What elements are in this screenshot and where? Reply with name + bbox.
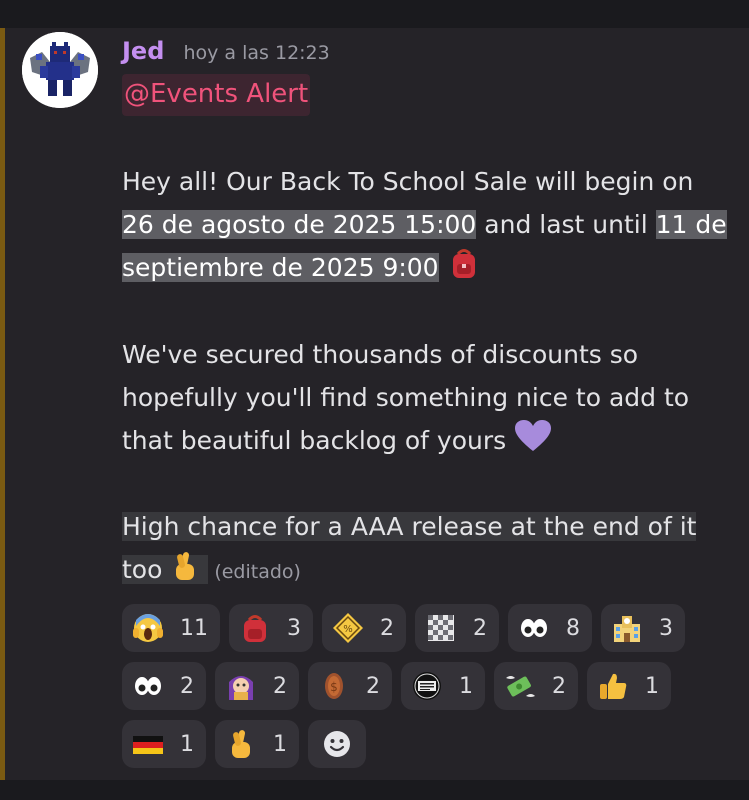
- checker-pattern-icon: [425, 612, 457, 644]
- top-band: [0, 0, 749, 28]
- reaction-eyes[interactable]: 2: [122, 662, 206, 710]
- backpack-icon: [239, 612, 271, 644]
- eyes-icon: [518, 612, 550, 644]
- paragraph-text: Hey all! Our Back To School Sale will be…: [122, 167, 694, 196]
- timestamp[interactable]: hoy a las 12:23: [183, 42, 329, 64]
- gargoyle-avatar-icon: [22, 32, 98, 108]
- reaction-count: 3: [287, 615, 301, 641]
- reaction-count: 2: [366, 673, 380, 699]
- crossed-fingers-icon: [225, 728, 257, 760]
- reaction-count: 11: [180, 615, 208, 641]
- screaming-face-icon: [132, 612, 164, 644]
- reaction-count: 1: [273, 731, 287, 757]
- add-reaction-button[interactable]: [308, 720, 366, 768]
- reaction-count: 2: [273, 673, 287, 699]
- reaction-screaming-face[interactable]: 11: [122, 604, 220, 652]
- reaction-backpack[interactable]: 3: [229, 604, 313, 652]
- reaction-school[interactable]: 3: [601, 604, 685, 652]
- reaction-count: 2: [180, 673, 194, 699]
- date-start-timestamp[interactable]: 26 de agosto de 2025 15:00: [122, 210, 477, 239]
- role-mention[interactable]: @Events Alert: [122, 74, 311, 116]
- reaction-count: 1: [459, 673, 473, 699]
- reaction-discount-sign[interactable]: % 2: [322, 604, 406, 652]
- anime-character-icon: [225, 670, 257, 702]
- author-name[interactable]: Jed: [122, 37, 164, 65]
- reaction-row: 11 3 % 2 2 8 3: [122, 604, 722, 652]
- message-header: Jed hoy a las 12:23: [122, 37, 330, 67]
- message: Jed hoy a las 12:23 @Events Alert Hey al…: [0, 28, 749, 780]
- message-paragraph-2: We've secured thousands of discounts so …: [122, 333, 732, 466]
- discount-sign-icon: %: [332, 612, 364, 644]
- reaction-eyes[interactable]: 8: [508, 604, 592, 652]
- reaction-count: 2: [552, 673, 566, 699]
- message-paragraph-3: High chance for a AAA release at the end…: [122, 505, 732, 595]
- reaction-bronze-coin[interactable]: $ 2: [308, 662, 392, 710]
- backpack-icon: [447, 246, 481, 293]
- edited-label: (editado): [214, 561, 301, 583]
- mention-highlight-bar: [0, 28, 5, 780]
- reaction-germany-flag[interactable]: 1: [122, 720, 206, 768]
- reaction-thumbs-up[interactable]: 1: [587, 662, 671, 710]
- paragraph-text: We've secured thousands of discounts so …: [122, 340, 690, 455]
- reaction-count: 8: [566, 615, 580, 641]
- school-icon: [611, 612, 643, 644]
- eyes-icon: [132, 670, 164, 702]
- message-paragraph-1: Hey all! Our Back To School Sale will be…: [122, 160, 732, 293]
- avatar[interactable]: [22, 32, 98, 108]
- reaction-row: 1 1: [122, 720, 722, 768]
- reaction-crossed-fingers[interactable]: 1: [215, 720, 299, 768]
- crossed-fingers-icon: [170, 550, 200, 595]
- reaction-count: 2: [380, 615, 394, 641]
- thumbs-up-icon: [597, 670, 629, 702]
- paragraph-text: and last until: [476, 210, 656, 239]
- add-reaction-smiley-icon: [321, 728, 353, 760]
- money-flying-icon: [504, 670, 536, 702]
- highlighted-text: High chance for a AAA release at the end…: [122, 512, 697, 584]
- reaction-money-flying[interactable]: 2: [494, 662, 578, 710]
- germany-flag-icon: [132, 728, 164, 760]
- reaction-count: 2: [473, 615, 487, 641]
- bronze-coin-icon: $: [318, 670, 350, 702]
- good-old-games-badge-icon: [411, 670, 443, 702]
- purple-heart-icon: [514, 419, 552, 466]
- paragraph-text: High chance for a AAA release at the end…: [122, 512, 697, 584]
- reaction-count: 1: [180, 731, 194, 757]
- reaction-anime-character[interactable]: 2: [215, 662, 299, 710]
- reaction-count: 1: [645, 673, 659, 699]
- reaction-good-old-games-badge[interactable]: 1: [401, 662, 485, 710]
- svg-text:$: $: [330, 680, 338, 694]
- reaction-count: 3: [659, 615, 673, 641]
- reaction-checker-pattern[interactable]: 2: [415, 604, 499, 652]
- reactions-bar: 11 3 % 2 2 8 3 2 2 $ 2 1 2 1 1 1: [122, 604, 722, 778]
- svg-text:%: %: [343, 624, 353, 635]
- reaction-row: 2 2 $ 2 1 2 1: [122, 662, 722, 710]
